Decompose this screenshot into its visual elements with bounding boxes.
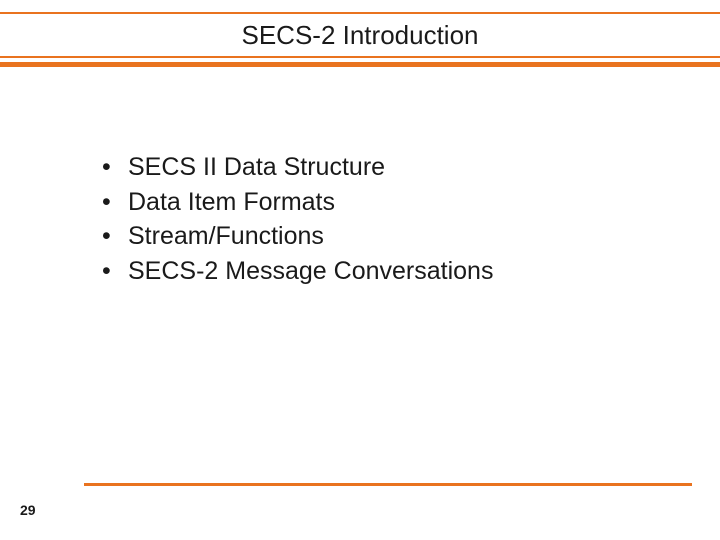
page-number: 29	[20, 502, 36, 518]
title-underline-thick	[0, 62, 720, 67]
bullet-icon: •	[100, 150, 128, 185]
bullet-icon: •	[100, 219, 128, 254]
top-rule	[0, 12, 720, 14]
bullet-text: SECS-2 Message Conversations	[128, 254, 493, 289]
bullet-list: • SECS II Data Structure • Data Item For…	[100, 150, 680, 288]
bullet-text: Data Item Formats	[128, 185, 335, 220]
list-item: • SECS II Data Structure	[100, 150, 680, 185]
bullet-icon: •	[100, 185, 128, 220]
bullet-icon: •	[100, 254, 128, 289]
bullet-text: SECS II Data Structure	[128, 150, 385, 185]
list-item: • SECS-2 Message Conversations	[100, 254, 680, 289]
page-title: SECS-2 Introduction	[0, 20, 720, 51]
footer-rule	[84, 483, 692, 486]
title-underline-thin	[0, 56, 720, 58]
bullet-text: Stream/Functions	[128, 219, 324, 254]
content-area: • SECS II Data Structure • Data Item For…	[100, 150, 680, 288]
list-item: • Data Item Formats	[100, 185, 680, 220]
list-item: • Stream/Functions	[100, 219, 680, 254]
